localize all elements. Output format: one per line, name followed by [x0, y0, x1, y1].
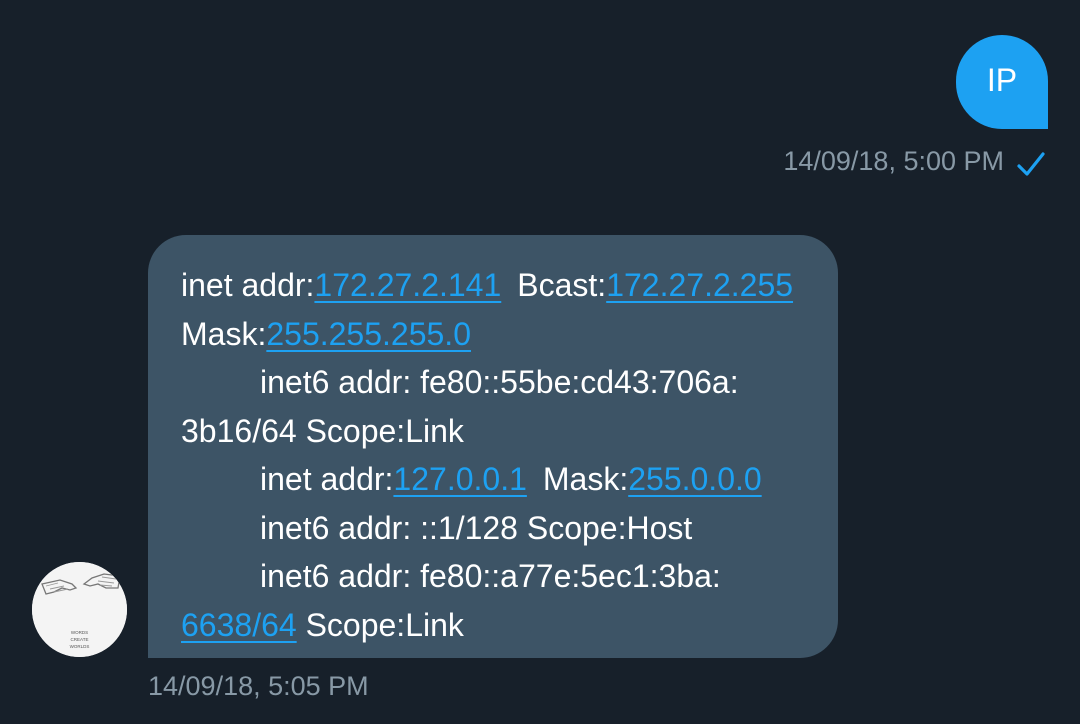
outgoing-message-bubble[interactable]: IP — [956, 35, 1048, 129]
ip-link[interactable]: 127.0.0.1 — [393, 461, 526, 497]
outgoing-timestamp: 14/09/18, 5:00 PM — [783, 145, 1004, 176]
message-text: Bcast: — [517, 267, 607, 303]
avatar-caption: WORDS — [71, 630, 88, 635]
outgoing-message-meta: 14/09/18, 5:00 PM — [783, 143, 1046, 179]
ip-link[interactable]: 6638/64 — [181, 607, 297, 643]
avatar-caption: CREATE — [71, 637, 89, 642]
message-text: inet6 addr: ::1/128 Scope:Host — [260, 509, 693, 546]
message-line: inet6 addr: fe80::55be:cd43:706a: — [181, 358, 810, 407]
message-text: inet6 addr: fe80::a77e:5ec1:3ba: — [260, 558, 721, 594]
incoming-message-bubble[interactable]: inet addr:172.27.2.141 Bcast:172.27.2.255… — [148, 235, 838, 658]
message-text: 3b16/64 Scope:Link — [181, 412, 464, 449]
incoming-timestamp: 14/09/18, 5:05 PM — [148, 671, 369, 701]
outgoing-message-text: IP — [986, 61, 1018, 98]
message-line: inet addr:172.27.2.141 Bcast:172.27.2.255 — [181, 261, 810, 310]
check-icon — [1017, 152, 1045, 176]
message-line: inet addr:127.0.0.1 Mask:255.0.0.0 — [181, 455, 810, 504]
message-line: 3b16/64 Scope:Link — [181, 407, 810, 456]
avatar-caption: WORLDS — [70, 644, 90, 649]
message-text: inet addr: — [260, 461, 394, 497]
chat-screen: IP 14/09/18, 5:00 PM inet addr:172.27.2.… — [0, 0, 1080, 724]
message-text: Mask: — [181, 315, 267, 352]
message-line: 6638/64 Scope:Link — [181, 601, 810, 650]
message-line: inet6 addr: ::1/128 Scope:Host — [181, 504, 810, 553]
message-text: inet6 addr: fe80::55be:cd43:706a: — [260, 364, 739, 400]
ip-link[interactable]: 172.27.2.255 — [606, 267, 793, 303]
ip-link[interactable]: 172.27.2.141 — [314, 267, 501, 303]
message-line: inet6 addr: fe80::a77e:5ec1:3ba: — [181, 552, 810, 601]
ip-link[interactable]: 255.255.255.0 — [266, 316, 471, 352]
message-line: Mask:255.255.255.0 — [181, 310, 810, 359]
message-text: inet addr: — [181, 267, 315, 303]
avatar[interactable]: WORDS CREATE WORLDS — [32, 562, 127, 657]
message-text: Scope:Link — [296, 606, 464, 643]
ip-link[interactable]: 255.0.0.0 — [628, 461, 761, 497]
message-text: Mask: — [542, 461, 629, 497]
avatar-image: WORDS CREATE WORLDS — [32, 562, 127, 657]
